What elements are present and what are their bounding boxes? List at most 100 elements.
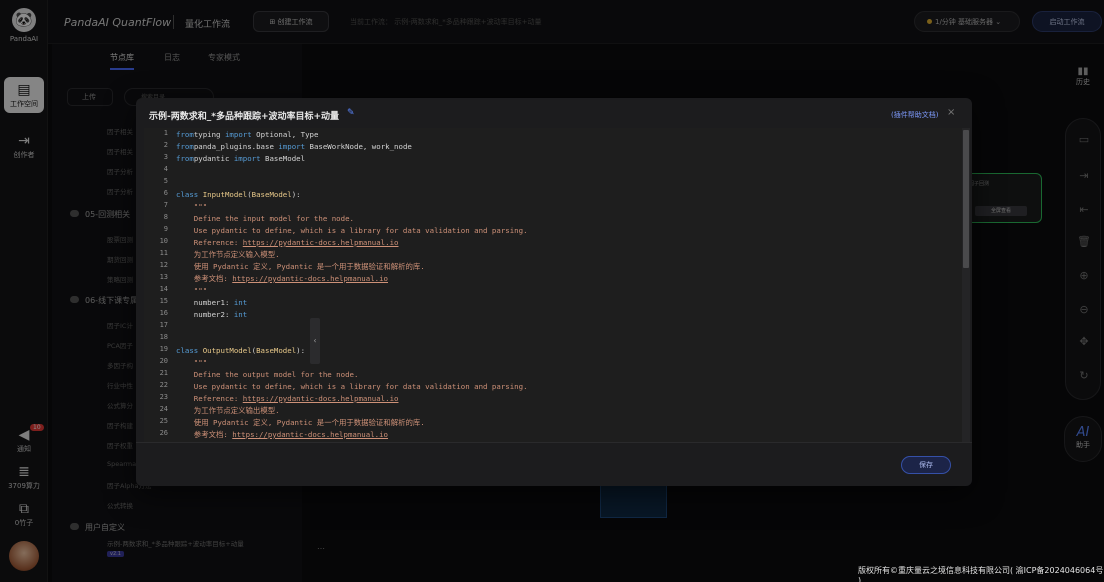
code-token: BaseModel xyxy=(256,346,297,355)
scrollbar-thumb[interactable] xyxy=(963,130,969,268)
code-token: import xyxy=(224,130,252,139)
line-number: 25 xyxy=(159,417,168,425)
code-token: ): xyxy=(291,190,301,199)
code-token: int xyxy=(233,310,248,319)
code-token: number1: xyxy=(176,298,234,307)
close-icon[interactable]: × xyxy=(947,107,955,118)
line-number: 14 xyxy=(159,285,168,293)
line-number: 16 xyxy=(159,309,168,317)
app-root: 🐼 PandaAI ▤ 工作空间 ⇥ 创作者 ◀ 10 通知 ≣ 3709算力 … xyxy=(0,0,1104,582)
code-token: https://pydantic-docs.helpmanual.io xyxy=(232,430,388,439)
code-line[interactable]: frompydantic import BaseModel xyxy=(176,153,305,165)
code-token: Use pydantic to define, which is a libra… xyxy=(176,382,528,391)
line-number: 23 xyxy=(159,393,168,401)
vertical-scrollbar[interactable] xyxy=(962,128,970,442)
code-token: typing xyxy=(193,130,225,139)
code-token: OutputModel xyxy=(202,346,252,355)
code-token: from xyxy=(176,130,194,139)
code-line[interactable]: 参考文档: https://pydantic-docs.helpmanual.i… xyxy=(176,273,388,285)
code-line[interactable]: frompanda_plugins.base import BaseWorkNo… xyxy=(176,141,412,153)
code-token: 使用 Pydantic 定义, Pydantic 是一个用于数据验证和解析的库. xyxy=(176,418,425,427)
line-number-gutter: 1 2 3 4 5 6 7 8 9 10 11 12 13 14 15 16 17 18 19 20 21 22 23 24 2… xyxy=(144,128,170,442)
code-token: BaseModel xyxy=(251,190,292,199)
code-token: 使用 Pydantic 定义, Pydantic 是一个用于数据验证和解析的库. xyxy=(176,262,425,271)
code-token: 参考文档: xyxy=(176,274,233,283)
code-token: https://pydantic-docs.helpmanual.io xyxy=(242,394,399,403)
code-token: InputModel xyxy=(202,190,248,199)
edit-icon[interactable]: ✎ xyxy=(347,108,355,118)
code-editor[interactable]: 1 2 3 4 5 6 7 8 9 10 11 12 13 14 15 16 17 18 19 20 21 22 23 24 2… xyxy=(144,128,970,442)
line-number: 22 xyxy=(159,381,168,389)
code-token: Reference: xyxy=(176,238,243,247)
code-token: https://pydantic-docs.helpmanual.io xyxy=(242,238,399,247)
code-token: 为工作节点定义输入模型. xyxy=(176,250,280,259)
plugin-help-link[interactable]: (插件帮助文档) xyxy=(891,110,938,120)
code-line[interactable]: """ xyxy=(176,201,207,213)
code-token: class xyxy=(176,190,199,199)
code-token: Optional, Type xyxy=(251,130,319,139)
line-number: 21 xyxy=(159,369,168,377)
code-line[interactable]: class InputModel(BaseModel): xyxy=(176,189,301,201)
line-number: 11 xyxy=(159,249,168,257)
code-line[interactable]: 参考文档: https://pydantic-docs.helpmanual.i… xyxy=(176,429,388,441)
code-line[interactable]: Reference: https://pydantic-docs.helpman… xyxy=(176,393,399,405)
line-number: 1 xyxy=(163,129,168,137)
code-line[interactable]: 为工作节点定义输入模型. xyxy=(176,249,280,261)
code-token: int xyxy=(233,298,248,307)
line-number: 6 xyxy=(163,189,168,197)
code-token: import xyxy=(233,154,261,163)
line-number: 19 xyxy=(159,345,168,353)
code-token: Use pydantic to define, which is a libra… xyxy=(176,226,528,235)
code-line[interactable]: """ xyxy=(176,357,207,369)
line-number: 26 xyxy=(159,429,168,437)
code-token: 为工作节点定义输出模型. xyxy=(176,406,280,415)
code-token: 参考文档: xyxy=(176,430,233,439)
code-line[interactable]: 使用 Pydantic 定义, Pydantic 是一个用于数据验证和解析的库. xyxy=(176,261,425,273)
code-token: """ xyxy=(176,286,208,295)
line-number: 15 xyxy=(159,297,168,305)
line-number: 20 xyxy=(159,357,168,365)
line-number: 4 xyxy=(163,165,168,173)
code-line[interactable]: Define the output model for the node. xyxy=(176,369,359,381)
code-line[interactable]: 为工作节点定义输出模型. xyxy=(176,405,280,417)
code-line[interactable]: 使用 Pydantic 定义, Pydantic 是一个用于数据验证和解析的库. xyxy=(176,417,425,429)
code-token: number2: xyxy=(176,310,234,319)
code-line[interactable]: """ xyxy=(176,285,207,297)
line-number: 12 xyxy=(159,261,168,269)
code-token: Define the input model for the node. xyxy=(176,214,354,223)
code-token: BaseWorkNode, work_node xyxy=(305,142,412,151)
code-line[interactable]: fromtyping import Optional, Type xyxy=(176,129,318,141)
line-number: 24 xyxy=(159,405,168,413)
line-number: 17 xyxy=(159,321,168,329)
modal-title: 示例-两数求和_*多品种跟踪+波动率目标+动量 xyxy=(149,112,340,122)
code-line[interactable]: class OutputModel(BaseModel): xyxy=(176,345,305,357)
line-number: 3 xyxy=(163,153,168,161)
code-token: """ xyxy=(176,358,208,367)
code-token: import xyxy=(278,142,306,151)
code-token: class xyxy=(176,346,199,355)
code-line[interactable]: Use pydantic to define, which is a libra… xyxy=(176,381,528,393)
code-line[interactable]: number1: int xyxy=(176,297,247,309)
line-number: 9 xyxy=(163,225,168,233)
line-number: 18 xyxy=(159,333,168,341)
line-number: 7 xyxy=(163,201,168,209)
save-button[interactable]: 保存 xyxy=(901,456,951,474)
code-editor-modal: 示例-两数求和_*多品种跟踪+波动率目标+动量 ✎ (插件帮助文档) × 123… xyxy=(136,98,972,486)
line-number: 13 xyxy=(159,273,168,281)
code-token: https://pydantic-docs.helpmanual.io xyxy=(232,274,388,283)
code-line[interactable]: Define the input model for the node. xyxy=(176,213,354,225)
code-line[interactable]: number2: int xyxy=(176,309,247,321)
modal-footer: 保存 xyxy=(136,442,972,486)
code-token: Reference: xyxy=(176,394,243,403)
collapse-panel-icon[interactable]: ‹ xyxy=(310,318,320,364)
code-line[interactable]: Reference: https://pydantic-docs.helpman… xyxy=(176,237,399,249)
code-token: from xyxy=(176,154,194,163)
code-line[interactable]: Use pydantic to define, which is a libra… xyxy=(176,225,528,237)
code-token: from xyxy=(176,142,194,151)
copyright-text: 版权所有©重庆量云之境信息科技有限公司( 渝ICP备2024046064号 ) xyxy=(858,566,1104,582)
line-number: 8 xyxy=(163,213,168,221)
line-number: 5 xyxy=(163,177,168,185)
code-token: """ xyxy=(176,202,208,211)
code-token: panda_plugins.base xyxy=(193,142,279,151)
code-token: pydantic xyxy=(193,154,234,163)
